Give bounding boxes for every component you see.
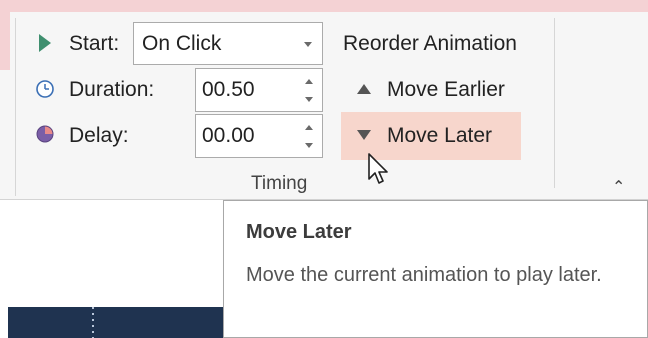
delay-increment-icon[interactable] xyxy=(305,125,313,130)
chevron-up-icon[interactable]: ⌃ xyxy=(612,177,625,197)
slide-preview xyxy=(8,307,223,338)
triangle-up-icon xyxy=(357,84,371,94)
delay-label: Delay: xyxy=(69,124,129,147)
move-earlier-button[interactable]: Move Earlier xyxy=(343,70,523,112)
duration-value: 00.50 xyxy=(202,78,255,101)
delay-stepper-arrows[interactable] xyxy=(305,121,315,151)
timing-group-label: Timing xyxy=(251,173,308,194)
delay-decrement-icon[interactable] xyxy=(305,143,313,148)
tooltip-title: Move Later xyxy=(246,221,352,243)
tooltip: Move Later Move the current animation to… xyxy=(223,200,648,338)
duration-stepper-arrows[interactable] xyxy=(305,75,315,105)
delay-value: 00.00 xyxy=(202,124,255,147)
duration-increment-icon[interactable] xyxy=(305,79,313,84)
clock-icon xyxy=(36,80,54,98)
delay-spinner[interactable]: 00.00 xyxy=(195,114,323,158)
play-icon xyxy=(39,34,51,52)
start-dropdown-value: On Click xyxy=(142,32,222,55)
start-dropdown[interactable]: On Click xyxy=(133,22,323,65)
triangle-down-icon xyxy=(357,130,371,140)
chevron-down-icon xyxy=(304,42,312,47)
group-divider-left xyxy=(15,18,16,196)
tooltip-description: Move the current animation to play later… xyxy=(246,264,602,286)
duration-spinner[interactable]: 00.50 xyxy=(195,68,323,112)
move-later-label: Move Later xyxy=(387,124,493,147)
left-accent-strip xyxy=(0,12,10,70)
reorder-animation-header: Reorder Animation xyxy=(343,32,517,55)
start-label: Start: xyxy=(69,32,120,55)
mouse-pointer-icon xyxy=(368,153,388,184)
move-earlier-label: Move Earlier xyxy=(387,78,505,101)
duration-decrement-icon[interactable] xyxy=(305,97,313,102)
duration-label: Duration: xyxy=(69,78,155,101)
slide-dotted-line xyxy=(92,307,94,338)
group-divider-right xyxy=(554,18,555,188)
delay-icon xyxy=(36,125,54,143)
top-accent-strip xyxy=(0,0,648,12)
